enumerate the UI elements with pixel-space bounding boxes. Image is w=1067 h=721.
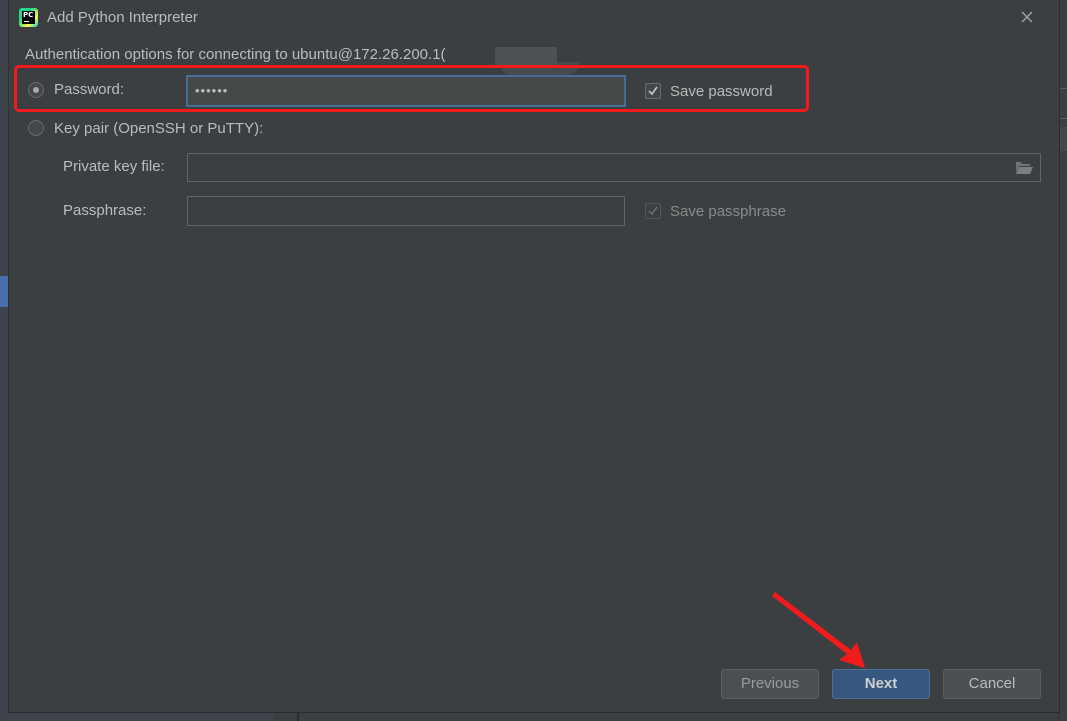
key-pair-label: Key pair (OpenSSH or PuTTY): <box>54 120 264 137</box>
annotation-highlight-box <box>14 65 809 112</box>
passphrase-label: Passphrase: <box>63 202 147 219</box>
key-pair-radio[interactable] <box>28 120 44 136</box>
folder-open-icon[interactable] <box>1015 160 1033 175</box>
divider <box>1059 118 1067 119</box>
checkmark-icon <box>648 206 658 216</box>
background-block <box>1059 127 1067 151</box>
divider <box>1059 88 1067 89</box>
next-button[interactable]: Next <box>832 669 930 699</box>
passphrase-field[interactable] <box>187 196 625 226</box>
previous-button[interactable]: Previous <box>721 669 819 699</box>
save-passphrase-checkbox[interactable] <box>645 203 661 219</box>
close-icon <box>1021 11 1033 23</box>
dialog-title: Add Python Interpreter <box>47 9 198 26</box>
add-python-interpreter-dialog: PC Add Python Interpreter Authentication… <box>8 0 1060 713</box>
close-button[interactable] <box>1018 8 1036 26</box>
redaction-blur <box>495 47 557 65</box>
pycharm-icon-text: PC <box>23 11 34 19</box>
save-passphrase-label: Save passphrase <box>670 203 786 220</box>
background-selected-item <box>0 276 8 307</box>
background-ide-statusbar-segment <box>274 712 298 721</box>
cancel-button[interactable]: Cancel <box>943 669 1041 699</box>
background-ide-statusbar-segment <box>299 712 1067 721</box>
private-key-file-field[interactable] <box>187 153 1041 182</box>
private-key-file-label: Private key file: <box>63 158 165 175</box>
title-bar: PC Add Python Interpreter <box>9 0 1059 36</box>
pycharm-icon-bar <box>24 21 29 22</box>
background-ide-panel <box>0 0 8 721</box>
pycharm-icon-inner: PC <box>22 11 35 24</box>
annotation-arrow-icon <box>772 592 865 668</box>
auth-heading: Authentication options for connecting to… <box>25 46 446 63</box>
pycharm-icon: PC <box>19 8 38 27</box>
